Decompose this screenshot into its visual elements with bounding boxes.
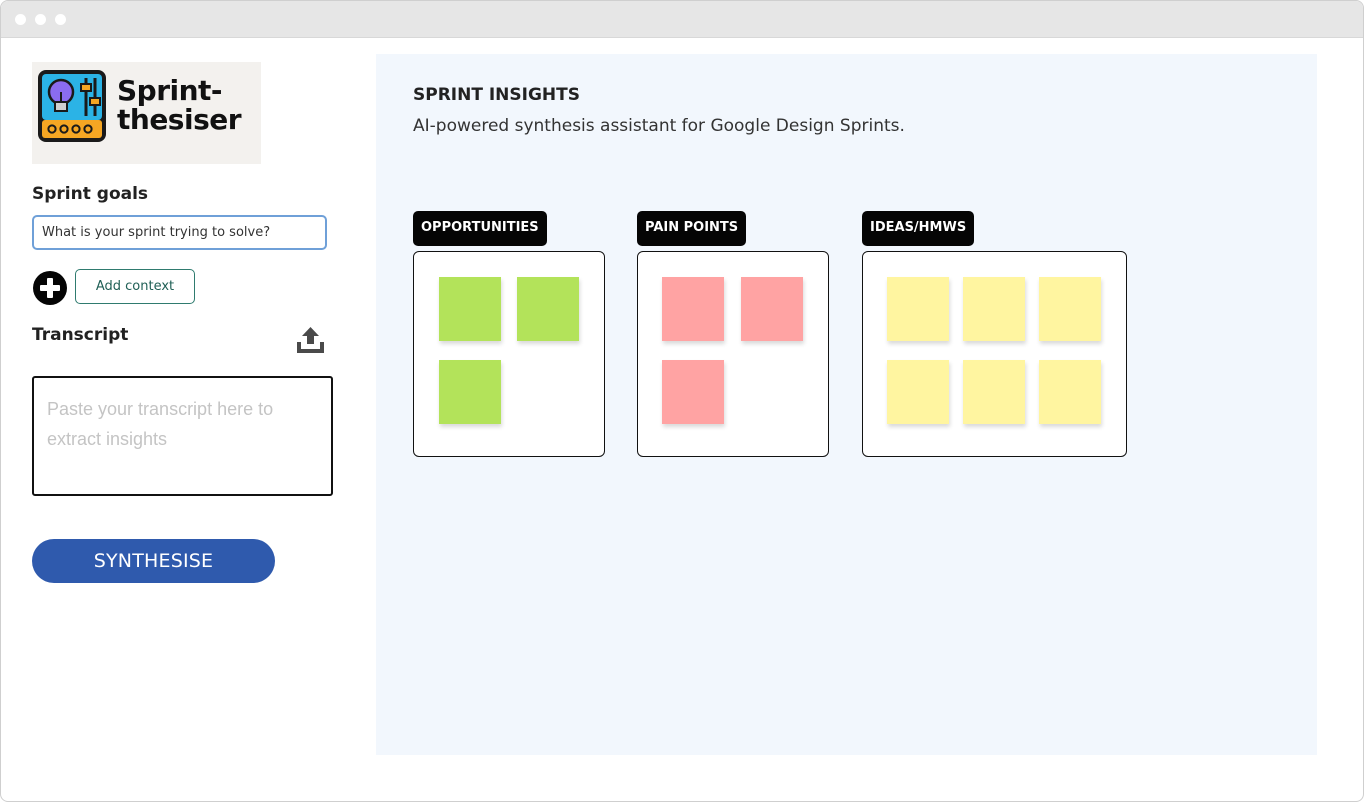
window-titlebar	[1, 1, 1363, 38]
opportunities-board	[413, 251, 605, 457]
idea-note[interactable]	[887, 277, 949, 341]
opportunity-note[interactable]	[439, 277, 501, 341]
transcript-textarea[interactable]	[32, 376, 333, 496]
window-dot-close[interactable]	[15, 14, 26, 25]
sprint-goals-label: Sprint goals	[32, 184, 149, 204]
opportunities-tag: OPPORTUNITIES	[413, 211, 547, 246]
pain-points-board	[637, 251, 829, 457]
lightbulb-mixer-logo-icon	[38, 70, 106, 142]
opportunity-note[interactable]	[517, 277, 579, 341]
idea-note[interactable]	[963, 360, 1025, 424]
app-name: Sprint- thesiser	[117, 74, 242, 136]
insights-panel: SPRINT INSIGHTS AI-powered synthesis ass…	[376, 54, 1317, 755]
app-name-line2: thesiser	[117, 103, 242, 136]
app-logo: Sprint- thesiser	[32, 62, 261, 164]
idea-note[interactable]	[1039, 360, 1101, 424]
synthesise-button[interactable]: SYNTHESISE	[32, 539, 275, 583]
pain-point-note[interactable]	[741, 277, 803, 341]
transcript-label: Transcript	[32, 325, 129, 345]
page-subtitle: AI-powered synthesis assistant for Googl…	[413, 116, 905, 136]
plus-circle-icon[interactable]	[32, 270, 68, 306]
ideas-hmws-tag: IDEAS/HMWS	[862, 211, 975, 246]
ideas-hmws-board	[862, 251, 1127, 457]
idea-note[interactable]	[963, 277, 1025, 341]
pain-point-note[interactable]	[662, 360, 724, 424]
add-context-button[interactable]: Add context	[75, 269, 195, 304]
browser-window: Sprint- thesiser Sprint goals Add contex…	[0, 0, 1364, 802]
window-dot-minimize[interactable]	[35, 14, 46, 25]
pain-point-note[interactable]	[662, 277, 724, 341]
idea-note[interactable]	[887, 360, 949, 424]
opportunity-note[interactable]	[439, 360, 501, 424]
app-name-line1: Sprint-	[117, 74, 223, 107]
page-title: SPRINT INSIGHTS	[413, 85, 581, 105]
idea-note[interactable]	[1039, 277, 1101, 341]
upload-icon[interactable]	[296, 326, 325, 354]
sprint-goals-input[interactable]	[32, 215, 327, 250]
pain-points-tag: PAIN POINTS	[637, 211, 747, 246]
window-dot-maximize[interactable]	[55, 14, 66, 25]
